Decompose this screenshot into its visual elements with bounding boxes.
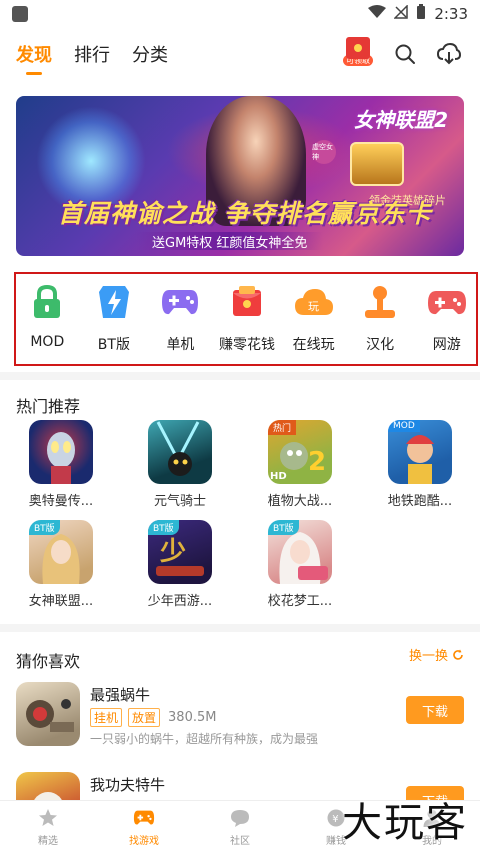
hot-game-item[interactable]: BT版 女神联盟... [11, 520, 111, 609]
tab-discover[interactable]: 发现 [16, 41, 52, 75]
cloud-download-icon [437, 43, 461, 65]
bt-tag: BT版 [148, 520, 179, 535]
search-icon [395, 44, 415, 64]
highlight-annotation-box [14, 272, 478, 366]
app-tag: 放置 [128, 708, 161, 727]
star-icon [37, 807, 59, 829]
game-name: 植物大战... [267, 494, 333, 509]
app-notification-icon [12, 6, 28, 22]
section-divider [0, 372, 480, 380]
hot-tag: 热门 [268, 420, 297, 435]
soul-knight-game-icon [148, 420, 212, 484]
hot-section-title: 热门推荐 [16, 397, 81, 416]
journey-west-game-icon: 少 BT版 [148, 520, 212, 584]
refresh-label: 换一换 [408, 649, 448, 664]
app-tags: 挂机 放置 380.5M [90, 708, 216, 727]
ultraman-game-icon [29, 420, 93, 484]
battery-icon [416, 4, 426, 24]
app-size: 380.5M [168, 710, 217, 725]
no-signal-icon [393, 4, 409, 23]
pvz-game-icon: 2 热门 HD [268, 420, 332, 484]
app-name: 最强蜗牛 [90, 686, 151, 704]
game-name: 地铁跑酷... [387, 494, 453, 509]
game-name: 元气骑士 [153, 494, 206, 509]
download-button[interactable]: 下载 [406, 696, 464, 724]
bottom-tab-featured[interactable]: 精选 [0, 801, 96, 853]
banner-seal: 虚空女神 [312, 140, 336, 164]
hot-game-item[interactable]: 元气骑士 [130, 420, 230, 509]
snail-game-icon [16, 682, 80, 746]
guess-section-title: 猜你喜欢 [16, 652, 81, 671]
bottom-tab-label: 精选 [38, 836, 58, 847]
bt-tag: BT版 [29, 520, 60, 535]
clock: 2:33 [434, 5, 468, 23]
svg-text:2: 2 [308, 447, 326, 477]
red-envelope-icon [346, 37, 370, 59]
bottom-tab-label: 社区 [230, 836, 250, 847]
tab-ranking[interactable]: 排行 [74, 41, 110, 67]
campus-belle-game-icon: BT版 [268, 520, 332, 584]
watermark-logo: 大玩客 [342, 800, 468, 846]
hot-game-item[interactable]: BT版 校花梦工... [250, 520, 350, 609]
red-envelope-button[interactable]: 可领取 [342, 37, 374, 71]
goddess-league-game-icon: BT版 [29, 520, 93, 584]
game-name: 奥特曼传... [28, 494, 94, 509]
hot-game-item[interactable]: 少 BT版 少年西游... [130, 520, 230, 609]
subway-surfers-game-icon: MOD [388, 420, 452, 484]
top-nav: 发现 排行 分类 可领取 [0, 30, 480, 78]
bottom-tab-community[interactable]: 社区 [192, 801, 288, 853]
mod-tag: MOD [388, 420, 420, 432]
app-tag: 挂机 [90, 708, 123, 727]
banner-game-logo: 女神联盟2 [354, 108, 448, 132]
promo-banner[interactable]: 虚空女神 女神联盟2 领金装英雄碎片 首届神谕之战 争夺排名赢京东卡 送GM特权… [16, 96, 464, 256]
svg-text:少: 少 [159, 537, 186, 567]
hd-badge: HD [270, 471, 287, 482]
download-manager-button[interactable] [436, 41, 462, 67]
status-bar: 2:33 [0, 0, 480, 28]
refresh-icon [453, 649, 463, 660]
refresh-button[interactable]: 换一换 [409, 645, 464, 664]
chat-bubble-icon [229, 807, 251, 829]
hot-game-item[interactable]: 奥特曼传... [11, 420, 111, 509]
bottom-tab-label: 找游戏 [129, 836, 159, 847]
section-divider [0, 624, 480, 632]
treasure-chest-icon [350, 142, 404, 186]
svg-text:¥: ¥ [332, 814, 338, 825]
hot-game-item[interactable]: 2 热门 HD 植物大战... [250, 420, 350, 509]
hot-game-item[interactable]: MOD 地铁跑酷... [370, 420, 470, 509]
bottom-tab-find-games[interactable]: 找游戏 [96, 801, 192, 853]
game-name: 校花梦工... [267, 594, 333, 609]
game-name: 女神联盟... [28, 594, 94, 609]
banner-subline: 送GM特权 红颜值女神全免 [136, 232, 324, 251]
search-button[interactable] [392, 41, 418, 67]
tab-category[interactable]: 分类 [132, 41, 168, 67]
bt-tag: BT版 [268, 520, 299, 535]
game-name: 少年西游... [147, 594, 213, 609]
wifi-icon [368, 5, 387, 23]
app-name: 我功夫特牛 [90, 776, 166, 794]
app-description: 一只弱小的蜗牛，超越所有种族，成为最强 [90, 732, 319, 746]
app-list-item[interactable]: 最强蜗牛 挂机 放置 380.5M 一只弱小的蜗牛，超越所有种族，成为最强 下载 [16, 682, 464, 750]
gamepad-icon [133, 807, 155, 829]
banner-headline: 首届神谕之战 争夺排名赢京东卡 [58, 199, 432, 228]
